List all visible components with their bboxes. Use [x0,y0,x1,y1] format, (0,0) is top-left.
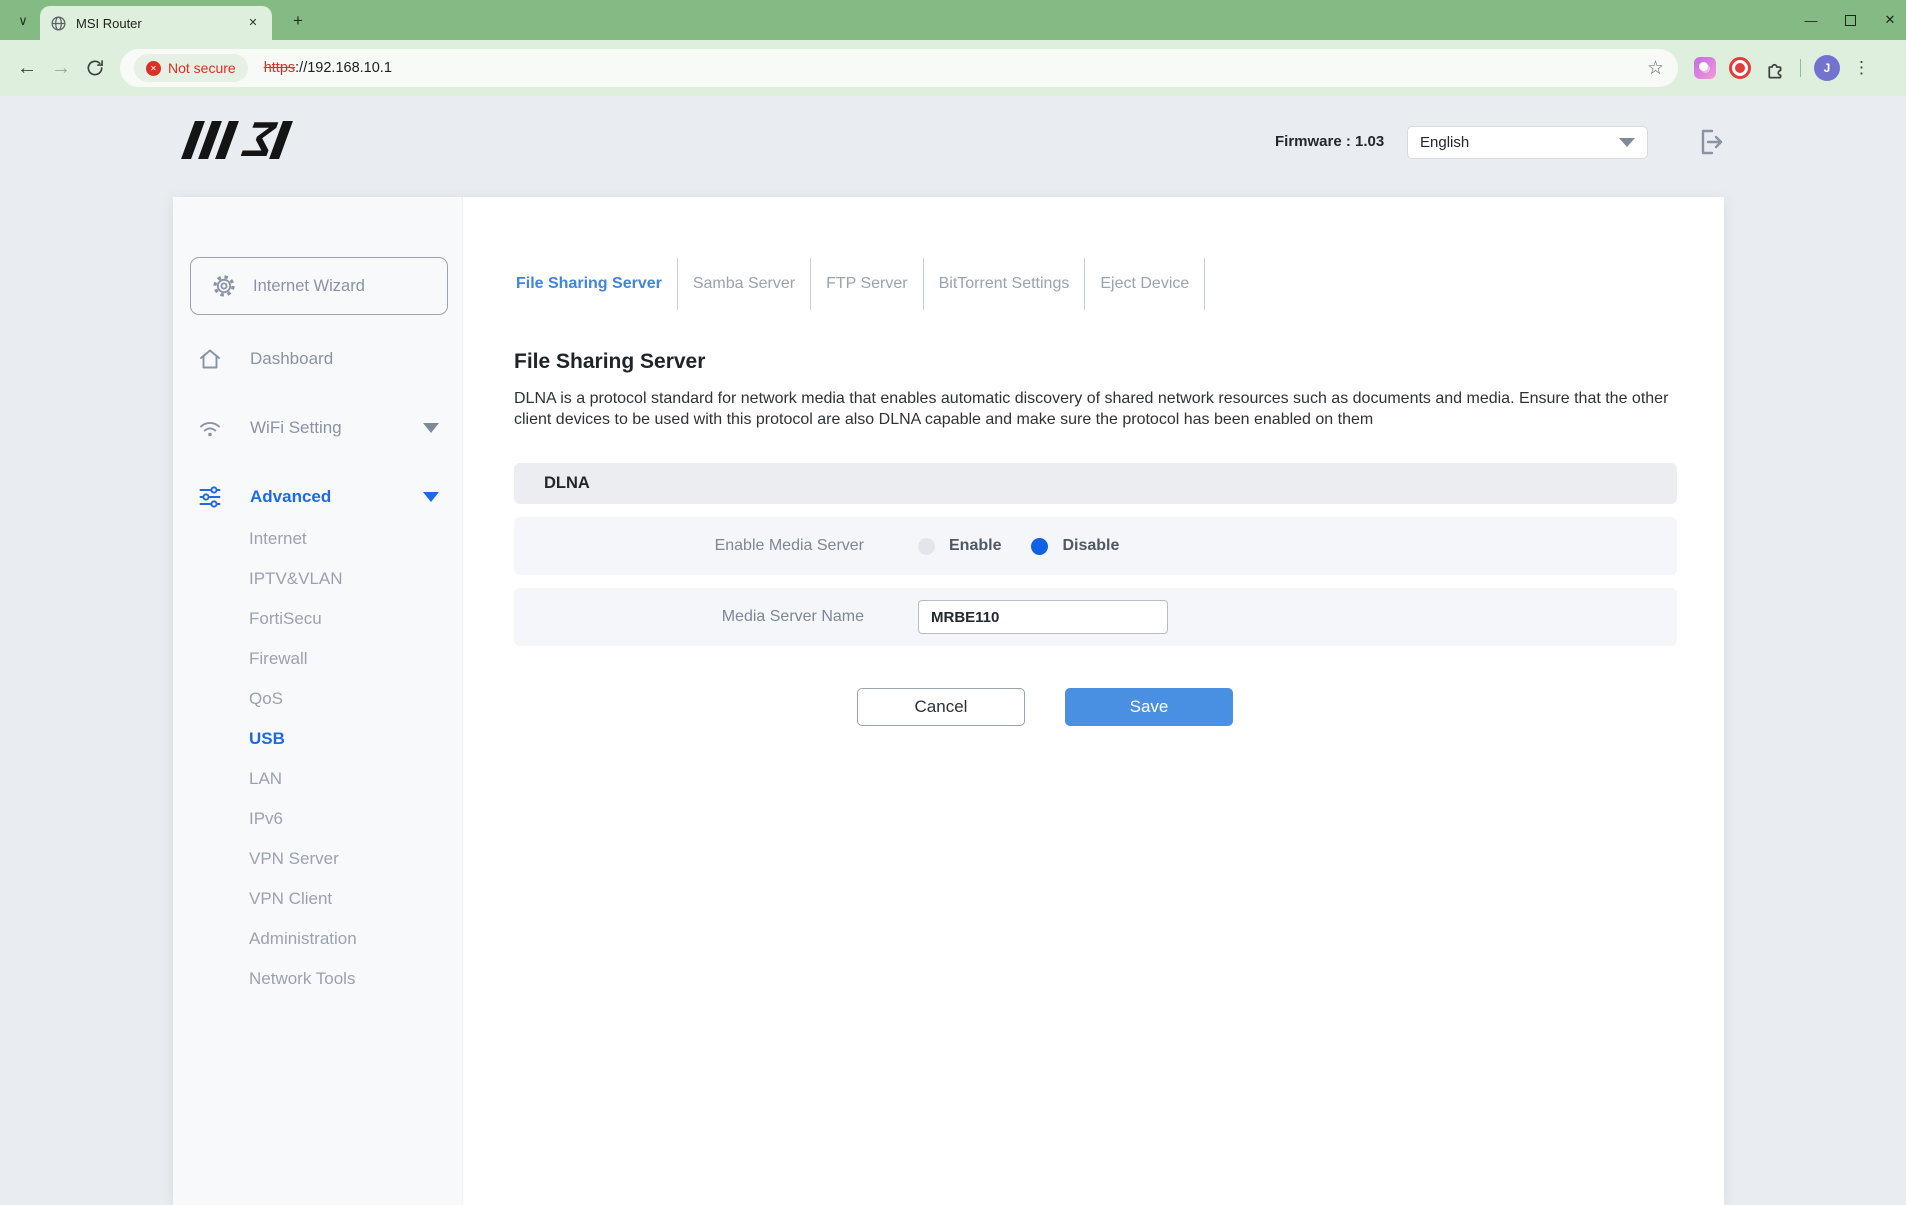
sidebar-subitem-iptv-vlan[interactable]: IPTV&VLAN [173,559,462,599]
radio-disable[interactable]: Disable [1031,537,1119,555]
forward-icon[interactable]: → [44,57,78,80]
save-button[interactable]: Save [1065,688,1233,726]
radio-label: Disable [1062,537,1120,554]
tab-samba-server[interactable]: Samba Server [678,258,812,310]
bookmark-star-icon[interactable]: ☆ [1647,57,1664,80]
sidebar-item-label: Dashboard [250,349,334,368]
tab-close-icon[interactable]: ✕ [244,14,262,32]
media-server-name-row: Media Server Name [514,588,1677,646]
chevron-down-icon [1619,138,1635,147]
not-secure-chip[interactable]: ✕ Not secure [134,54,248,82]
msi-logo: Σ [181,113,338,167]
browser-menu-icon[interactable]: ⋮ [1853,58,1870,78]
radio-button-icon[interactable] [918,537,935,555]
content-area: File Sharing Server Samba Server FTP Ser… [514,197,1677,726]
browser-tab[interactable]: MSI Router ✕ [40,6,272,40]
browser-toolbar: ← → ✕ Not secure https://192.168.10.1 ☆ … [0,40,1906,96]
sliders-icon [199,486,221,508]
page-description: DLNA is a protocol standard for network … [514,390,1669,428]
browser-titlebar: ∨ MSI Router ✕ + — ✕ [0,0,1906,40]
url-bar[interactable]: ✕ Not secure https://192.168.10.1 ☆ [120,49,1678,87]
wifi-icon [200,422,220,437]
window-close-button[interactable]: ✕ [1882,12,1898,28]
sidebar-subitem-usb[interactable]: USB [173,719,462,759]
cancel-button[interactable]: Cancel [857,688,1025,726]
tab-search-chevron-icon[interactable]: ∨ [10,8,36,34]
refresh-icon[interactable] [78,58,112,78]
tab-ftp-server[interactable]: FTP Server [811,258,924,310]
url-text[interactable]: https://192.168.10.1 [264,60,392,76]
sidebar-subitem-qos[interactable]: QoS [173,679,462,719]
gear-icon [213,275,235,297]
section-title: DLNA [544,474,590,492]
extensions-puzzle-icon[interactable] [1764,57,1787,80]
radio-label: Enable [949,537,1002,554]
not-secure-icon: ✕ [146,60,161,76]
sidebar-item-dashboard[interactable]: Dashboard [173,337,462,381]
media-server-radio-group: Enable Disable [918,537,1119,555]
logout-icon[interactable] [1694,125,1728,159]
globe-favicon [51,15,66,31]
sidebar-subitem-lan[interactable]: LAN [173,759,462,799]
sidebar-subitem-administration[interactable]: Administration [173,919,462,959]
back-icon[interactable]: ← [10,57,44,80]
language-dropdown[interactable]: English [1407,126,1648,159]
main-card: Internet Wizard Dashboard WiFi Setting A… [173,197,1724,1205]
sidebar-subitem-vpn-client[interactable]: VPN Client [173,879,462,919]
action-buttons: Cancel Save [857,688,1677,726]
tab-title: MSI Router [76,15,142,31]
not-secure-label: Not secure [168,60,236,76]
sidebar: Internet Wizard Dashboard WiFi Setting A… [173,197,463,1205]
home-icon [200,349,220,369]
url-scheme: https [263,60,296,76]
sidebar-item-internet-wizard[interactable]: Internet Wizard [190,257,448,315]
sidebar-subitem-firewall[interactable]: Firewall [173,639,462,679]
chevron-down-icon [423,492,439,502]
tab-bar: File Sharing Server Samba Server FTP Ser… [514,258,1677,310]
sidebar-item-label: Advanced [250,487,332,506]
radio-enable[interactable]: Enable [918,537,1001,555]
sidebar-item-advanced[interactable]: Advanced [173,475,462,519]
sidebar-subitem-network-tools[interactable]: Network Tools [173,959,462,999]
new-tab-button[interactable]: + [286,9,310,33]
tab-file-sharing-server[interactable]: File Sharing Server [514,258,678,310]
extension-pink-icon[interactable] [1694,57,1716,79]
radio-button-icon[interactable] [1031,537,1049,555]
sidebar-subitem-vpn-server[interactable]: VPN Server [173,839,462,879]
sidebar-subitem-fortisecu[interactable]: FortiSecu [173,599,462,639]
media-server-name-input[interactable] [918,600,1168,634]
section-header-dlna: DLNA [514,463,1677,504]
tab-eject-device[interactable]: Eject Device [1085,258,1206,310]
sidebar-item-label: Internet Wizard [253,276,365,295]
window-minimize-button[interactable]: — [1803,13,1819,28]
firmware-version: Firmware : 1.03 [1275,133,1385,150]
field-label: Media Server Name [721,608,864,625]
url-rest: ://192.168.10.1 [295,60,392,76]
toolbar-separator [1800,59,1801,77]
enable-media-server-row: Enable Media Server Enable Disable [514,517,1677,575]
sidebar-subitem-internet[interactable]: Internet [173,519,462,559]
language-selected: English [1420,134,1470,151]
window-maximize-button[interactable] [1845,14,1856,26]
page-title: File Sharing Server [514,350,706,373]
chevron-down-icon [423,423,439,433]
advanced-submenu: Internet IPTV&VLAN FortiSecu Firewall Qo… [173,519,462,999]
field-label: Enable Media Server [714,537,864,554]
router-page: Σ Firmware : 1.03 English Internet Wizar… [0,96,1906,1205]
extension-record-icon[interactable] [1729,57,1751,79]
sidebar-item-label: WiFi Setting [250,418,342,437]
sidebar-item-wifi-setting[interactable]: WiFi Setting [173,406,462,450]
tab-bittorrent-settings[interactable]: BitTorrent Settings [924,258,1086,310]
sidebar-subitem-ipv6[interactable]: IPv6 [173,799,462,839]
profile-avatar[interactable]: J [1814,55,1840,81]
